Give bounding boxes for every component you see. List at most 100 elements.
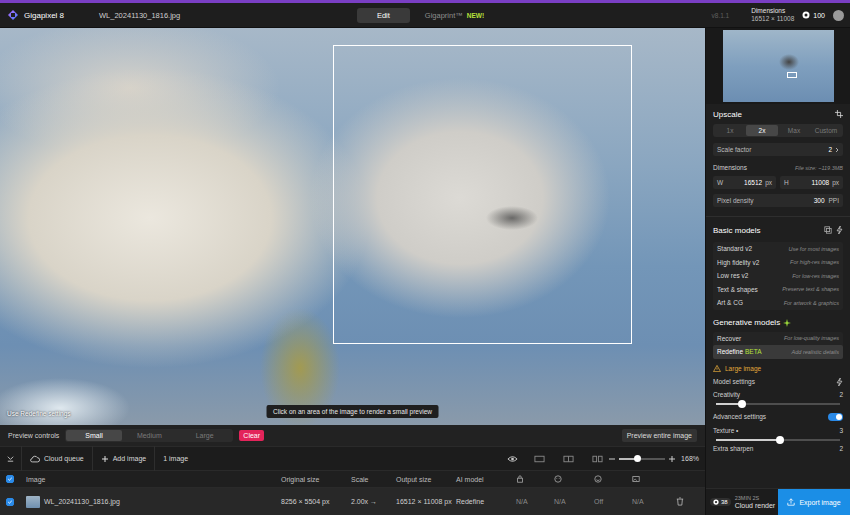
version-label: v8.1.1 xyxy=(712,12,730,19)
collapse-icon[interactable] xyxy=(6,454,15,463)
zoom-slider[interactable] xyxy=(619,458,665,460)
clear-button[interactable]: Clear xyxy=(239,430,264,441)
zoom-in-icon[interactable] xyxy=(669,456,675,462)
column-header[interactable]: Output size xyxy=(396,476,431,483)
unit-dropdown[interactable]: px xyxy=(832,179,839,186)
model-name: Standard v2 xyxy=(717,245,752,252)
file-size: File size: ~119.3MB xyxy=(795,165,843,171)
scale-option[interactable]: 2x xyxy=(746,125,778,136)
export-button[interactable]: Export image xyxy=(778,489,850,515)
zoom-out-icon[interactable] xyxy=(609,456,615,462)
texture-knob[interactable] xyxy=(776,436,784,444)
preview-entire-button[interactable]: Preview entire image xyxy=(622,429,697,442)
model-item[interactable]: RedefineBETAAdd realistic details xyxy=(713,345,843,359)
model-item[interactable]: Text & shapesPreserve text & shapes xyxy=(713,283,843,297)
user-avatar[interactable] xyxy=(833,10,844,21)
model-name: Art & CG xyxy=(717,299,743,306)
column-header[interactable]: AI model xyxy=(456,476,484,483)
table-cell: N/A xyxy=(516,498,528,505)
density-unit-dropdown[interactable]: PPI xyxy=(829,197,839,204)
eye-icon[interactable] xyxy=(507,455,518,463)
preview-size-option[interactable]: Small xyxy=(66,430,121,441)
table-row[interactable]: WL_20241130_1816.jpg8256 × 5504 px2.00x … xyxy=(0,488,705,515)
model-item[interactable]: Art & CG For artwork & graphics xyxy=(713,296,843,310)
cloud-render-toggle[interactable]: 3823MIN 2SCloud render xyxy=(706,489,778,515)
row-checkbox[interactable] xyxy=(6,498,14,506)
width-field[interactable]: W 16512px xyxy=(713,176,776,189)
dimensions-info: Dimensions16512 × 11008 xyxy=(751,7,794,23)
bolt-icon[interactable] xyxy=(836,378,843,386)
scale-option[interactable]: Max xyxy=(778,125,810,136)
preview-size-selector: SmallMediumLarge xyxy=(65,429,233,442)
model-name: Text & shapes xyxy=(717,286,758,293)
model-description: For artwork & graphics xyxy=(784,300,839,306)
field-value: 11008 xyxy=(812,179,830,186)
preview-selection[interactable] xyxy=(333,45,632,344)
texture-slider[interactable] xyxy=(716,439,840,441)
creativity-label: Creativity xyxy=(713,391,740,398)
image-table: Image Original size Scale Output size AI mod… xyxy=(0,471,705,515)
field-label: W xyxy=(717,179,723,186)
mode-tab[interactable]: Gigaprint™NEW! xyxy=(415,8,494,23)
model-item[interactable]: Standard v2Use for most images xyxy=(713,242,843,256)
table-cell: WL_20241130_1816.jpg xyxy=(44,498,120,505)
bolt-icon[interactable] xyxy=(836,226,843,234)
model-list: Recover For low-quality images RedefineBET… xyxy=(713,332,843,359)
height-field[interactable]: H 11008px xyxy=(780,176,843,189)
scale-selector: 1x2xMaxCustom xyxy=(713,124,843,137)
column-header[interactable]: Image xyxy=(26,476,45,483)
advanced-settings-toggle[interactable] xyxy=(828,413,843,421)
field-value: 16512 xyxy=(744,179,762,186)
preview-size-option[interactable]: Large xyxy=(177,430,232,441)
model-description: For low-quality images xyxy=(784,335,839,341)
zoom-value[interactable]: 168% xyxy=(681,455,699,462)
cloud-queue-button[interactable]: Cloud queue xyxy=(28,455,86,463)
mode-tabs: Edit Gigaprint™NEW! xyxy=(357,8,494,23)
zoom-knob[interactable] xyxy=(634,455,641,462)
image-canvas[interactable]: Use Redefine settingsClick on an area of… xyxy=(0,28,705,425)
split-view-icon[interactable] xyxy=(563,455,574,463)
scale-option[interactable]: 1x xyxy=(714,125,746,136)
table-cell: 2.00x → xyxy=(351,498,377,505)
model-description: For low-res images xyxy=(792,273,839,279)
advanced-settings-label: Advanced settings xyxy=(713,413,766,420)
add-image-button[interactable]: Add image xyxy=(99,455,148,463)
file-name: WL_20241130_1816.jpg xyxy=(99,11,180,20)
pixel-density-field[interactable]: Pixel density300PPI xyxy=(713,194,843,207)
credits[interactable]: 100 xyxy=(802,11,825,19)
face-icon xyxy=(554,475,562,483)
column-header[interactable]: Original size xyxy=(281,476,320,483)
table-cell: 16512 × 11008 px xyxy=(396,498,452,505)
model-name: Low res v2 xyxy=(717,272,748,279)
scale-factor-field[interactable]: Scale factor2 xyxy=(713,143,843,156)
creativity-slider[interactable] xyxy=(716,403,840,405)
column-header[interactable]: Scale xyxy=(351,476,369,483)
image-count: 1 image xyxy=(161,455,190,462)
overlay-label: Use Redefine settings xyxy=(7,410,71,417)
trash-icon[interactable] xyxy=(676,497,684,506)
model-item[interactable]: High fidelity v2For high-res images xyxy=(713,256,843,270)
extra-sharpen-label: Extra sharpen xyxy=(713,445,753,452)
row-thumbnail xyxy=(26,496,40,508)
compare-icon[interactable] xyxy=(824,226,832,234)
tab-label: Edit xyxy=(377,11,390,20)
chevron-icon xyxy=(835,147,839,153)
credit-cost: 38 xyxy=(721,499,728,505)
scale-option[interactable]: Custom xyxy=(810,125,842,136)
crop-icon[interactable] xyxy=(835,110,843,118)
single-view-icon[interactable] xyxy=(534,455,545,463)
navigator-viewport[interactable] xyxy=(787,72,797,78)
unit-dropdown[interactable]: px xyxy=(765,179,772,186)
model-name: Redefine xyxy=(717,348,743,355)
model-item[interactable]: Recover For low-quality images xyxy=(713,332,843,346)
model-item[interactable]: Low res v2 For low-res images xyxy=(713,269,843,283)
side-by-side-icon[interactable] xyxy=(592,455,603,463)
preview-size-option[interactable]: Medium xyxy=(122,430,177,441)
creativity-knob[interactable] xyxy=(738,400,746,408)
navigator xyxy=(706,28,850,104)
model-name: Recover xyxy=(717,335,741,342)
field-label: H xyxy=(784,179,789,186)
mode-tab[interactable]: Edit xyxy=(357,8,410,23)
navigator-thumbnail[interactable] xyxy=(723,30,834,102)
select-all-checkbox[interactable] xyxy=(6,475,14,483)
